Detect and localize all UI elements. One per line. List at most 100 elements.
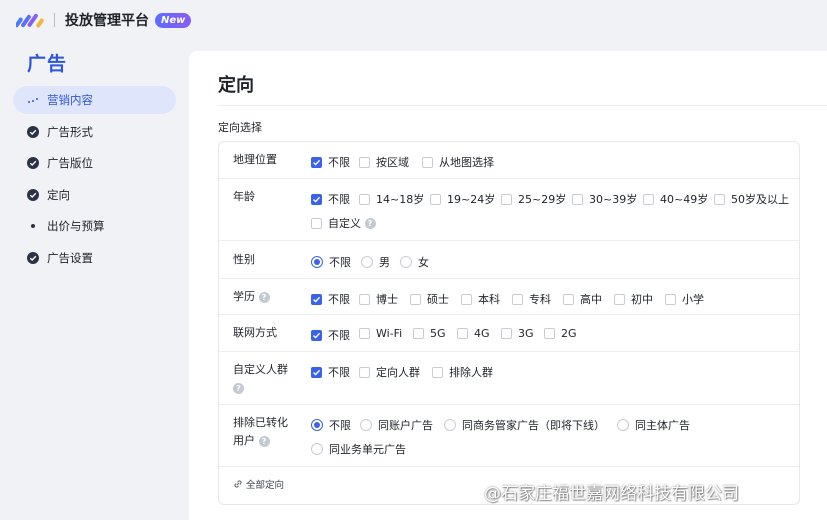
radio-icon xyxy=(400,256,412,268)
sidebar-item-marketing-content[interactable]: 营销内容 xyxy=(13,86,176,114)
radio-icon xyxy=(361,256,373,268)
check-circle-icon xyxy=(27,157,39,170)
option-checkbox[interactable]: 14~18岁 xyxy=(359,191,424,207)
option-checkbox[interactable]: 小学 xyxy=(665,291,704,307)
targeting-row-education: 学历 ? 不限 博士 硕士 本科 专科 高中 初中 小学 xyxy=(219,279,799,315)
checkbox-icon xyxy=(665,293,676,305)
sidebar-item-label: 广告形式 xyxy=(47,124,93,139)
help-icon[interactable]: ? xyxy=(258,291,270,303)
help-icon[interactable]: ? xyxy=(258,435,270,447)
checkbox-icon xyxy=(512,293,523,305)
checkbox-icon xyxy=(572,193,583,205)
sidebar-item-label: 出价与预算 xyxy=(47,219,105,234)
help-icon[interactable]: ? xyxy=(364,217,376,229)
radio-icon xyxy=(617,419,629,431)
sidebar-item-ad-format[interactable]: 广告形式 xyxy=(13,118,176,146)
option-checkbox[interactable]: 从地图选择 xyxy=(422,154,494,170)
option-checkbox[interactable]: Wi-Fi xyxy=(359,327,402,340)
option-checkbox[interactable]: 4G xyxy=(457,327,490,340)
sidebar-item-ad-settings[interactable]: 广告设置 xyxy=(13,244,176,272)
checkbox-checked-icon xyxy=(311,293,322,305)
option-checkbox[interactable]: 3G xyxy=(501,327,534,340)
sidebar-item-label: 广告设置 xyxy=(47,250,93,265)
checkbox-icon xyxy=(410,293,421,305)
sidebar-title: 广告 xyxy=(27,53,68,75)
option-checkbox[interactable]: 25~29岁 xyxy=(501,191,566,207)
radio-checked-icon xyxy=(311,256,323,268)
checkbox-icon xyxy=(614,293,625,305)
row-label: 联网方式 xyxy=(233,326,277,339)
row-label: 自定义人群? xyxy=(233,363,288,394)
option-checkbox[interactable]: 不限 xyxy=(311,327,350,343)
option-checkbox[interactable]: 博士 xyxy=(359,291,398,307)
option-checkbox[interactable]: 不限 xyxy=(311,364,350,380)
option-radio[interactable]: 同业务单元广告 xyxy=(311,441,406,457)
option-checkbox[interactable]: 50岁及以上 xyxy=(714,191,789,207)
targeting-row-custom-audience: 自定义人群? 不限 定向人群 排除人群 xyxy=(219,352,799,405)
checkbox-icon xyxy=(643,193,654,205)
checkbox-icon xyxy=(501,328,512,339)
sidebar-item-ad-placement[interactable]: 广告版位 xyxy=(13,149,176,177)
checkbox-icon xyxy=(563,293,574,305)
header-divider xyxy=(54,13,55,27)
checkbox-icon xyxy=(461,293,472,305)
option-radio[interactable]: 不限 xyxy=(311,254,351,270)
option-checkbox[interactable]: 本科 xyxy=(461,291,500,307)
checkbox-icon xyxy=(359,156,370,168)
checkbox-icon xyxy=(359,193,370,205)
checkbox-icon xyxy=(359,328,370,339)
checkbox-icon xyxy=(311,217,322,229)
checkbox-icon xyxy=(359,293,370,305)
section-label: 定向选择 xyxy=(218,121,262,134)
checkbox-icon xyxy=(359,366,370,378)
option-checkbox[interactable]: 高中 xyxy=(563,291,602,307)
checkbox-icon xyxy=(430,193,441,205)
option-checkbox[interactable]: 硕士 xyxy=(410,291,449,307)
row-label: 学历 ? xyxy=(233,288,270,306)
check-circle-icon xyxy=(27,188,39,201)
all-targeting-link[interactable]: 全部定向 xyxy=(233,477,284,491)
checkbox-icon xyxy=(714,193,725,205)
option-checkbox[interactable]: 不限 xyxy=(311,291,350,307)
checkbox-checked-icon xyxy=(311,366,322,378)
targeting-row-location: 地理位置 不限 按区域 从地图选择 xyxy=(219,142,799,179)
targeting-card: 地理位置 不限 按区域 从地图选择 年龄 不限 14~18岁 19~24岁 25… xyxy=(218,141,800,505)
option-checkbox[interactable]: 不限 xyxy=(311,154,350,170)
option-radio[interactable]: 同主体广告 xyxy=(617,417,690,433)
option-radio[interactable]: 女 xyxy=(400,254,429,270)
option-checkbox[interactable]: 不限 xyxy=(311,191,350,207)
checkbox-icon xyxy=(432,366,443,378)
option-radio[interactable]: 同账户广告 xyxy=(360,417,433,433)
sidebar-item-label: 营销内容 xyxy=(47,93,93,107)
platform-logo-icon xyxy=(16,10,46,30)
option-checkbox[interactable]: 按区域 xyxy=(359,154,409,170)
checkbox-icon xyxy=(501,193,512,205)
option-radio[interactable]: 不限 xyxy=(311,417,351,433)
option-checkbox[interactable]: 定向人群 xyxy=(359,364,420,380)
option-radio[interactable]: 男 xyxy=(361,254,390,270)
sidebar-item-targeting[interactable]: 定向 xyxy=(13,181,176,209)
checkbox-icon xyxy=(457,328,468,339)
option-checkbox[interactable]: 5G xyxy=(413,327,446,340)
main-panel: 定向 定向选择 地理位置 不限 按区域 从地图选择 年龄 不限 14~18岁 1… xyxy=(189,51,827,520)
checkbox-icon xyxy=(422,156,433,168)
option-checkbox[interactable]: 30~39岁 xyxy=(572,191,637,207)
targeting-row-age: 年龄 不限 14~18岁 19~24岁 25~29岁 30~39岁 40~49岁… xyxy=(219,179,799,241)
option-checkbox[interactable]: 19~24岁 xyxy=(430,191,495,207)
row-label: 排除已转化 用户 ? xyxy=(233,416,288,447)
option-checkbox[interactable]: 专科 xyxy=(512,291,551,307)
new-badge: New xyxy=(155,12,192,28)
row-label: 地理位置 xyxy=(233,153,277,166)
option-checkbox[interactable]: 2G xyxy=(544,327,577,340)
sidebar-item-bid-budget[interactable]: 出价与预算 xyxy=(13,212,176,240)
row-label: 性别 xyxy=(233,253,255,266)
checkbox-checked-icon xyxy=(311,193,322,205)
option-checkbox[interactable]: 初中 xyxy=(614,291,653,307)
option-checkbox[interactable]: 排除人群 xyxy=(432,364,493,380)
option-checkbox[interactable]: 40~49岁 xyxy=(643,191,708,207)
option-radio[interactable]: 同商务管家广告（即将下线） xyxy=(444,417,605,433)
targeting-row-exclude-converted: 排除已转化 用户 ? 不限 同账户广告 同商务管家广告（即将下线） 同主体广告 同… xyxy=(219,405,799,467)
option-checkbox-custom[interactable]: 自定义 ? xyxy=(311,215,376,231)
help-icon[interactable]: ? xyxy=(233,382,244,394)
radio-icon xyxy=(444,419,456,431)
